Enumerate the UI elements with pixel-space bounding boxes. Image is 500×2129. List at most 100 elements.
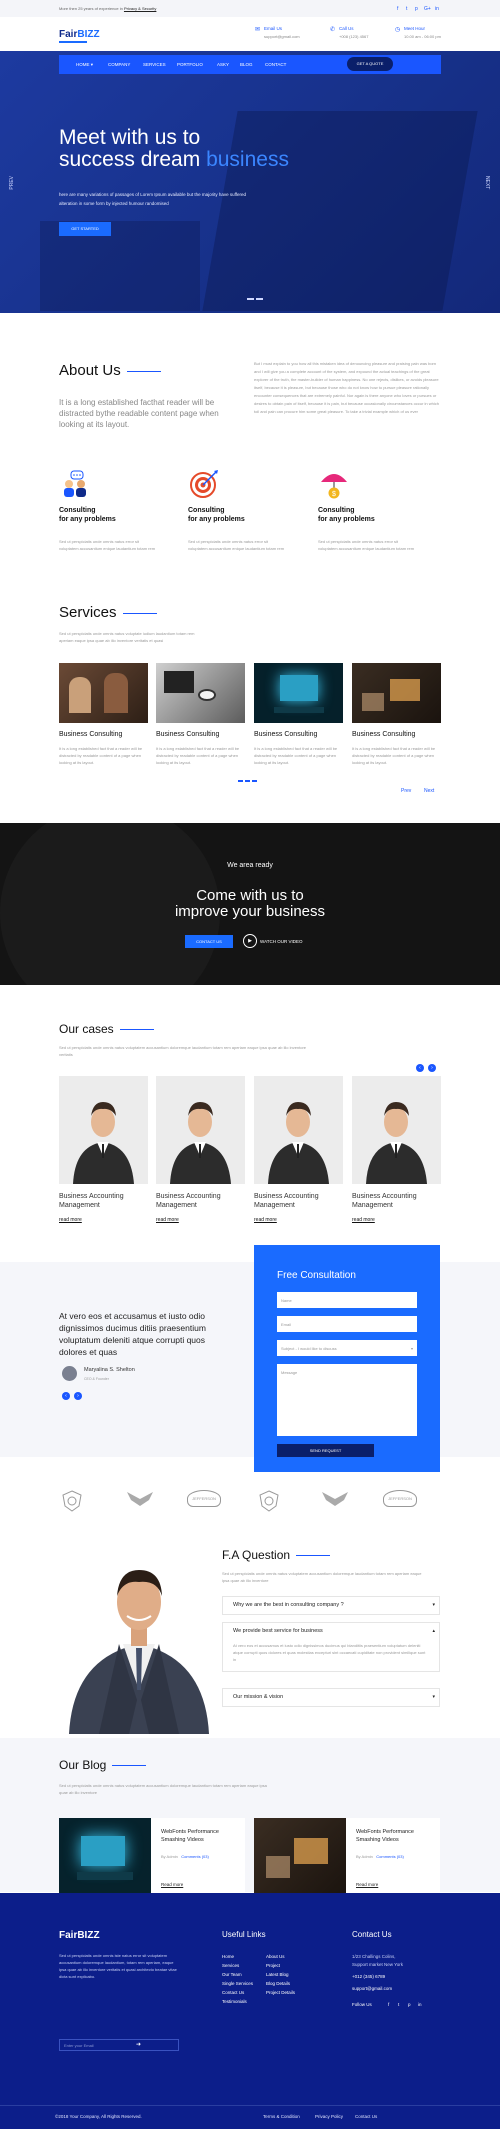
services-prev[interactable]: Prev bbox=[401, 788, 411, 794]
footer-link[interactable]: Project bbox=[266, 1963, 280, 1968]
play-icon[interactable]: ▶ bbox=[243, 934, 257, 948]
read-more-link[interactable]: read more bbox=[59, 1217, 148, 1223]
service-card[interactable]: Business Consulting It is a long establis… bbox=[156, 663, 245, 766]
footer bbox=[0, 1893, 500, 2129]
testimonial-prev-icon[interactable]: ‹ bbox=[62, 1392, 70, 1400]
pinterest-icon[interactable]: p bbox=[415, 6, 418, 12]
footer-link[interactable]: Services bbox=[222, 1963, 239, 1968]
avatar bbox=[62, 1366, 77, 1381]
read-more-link[interactable]: Read more bbox=[161, 1882, 183, 1887]
footer-link[interactable]: Home bbox=[222, 1954, 234, 1959]
service-image bbox=[59, 663, 148, 723]
hero-next[interactable]: NEXT bbox=[484, 176, 490, 189]
blog-image bbox=[254, 1818, 346, 1898]
hero-dots[interactable] bbox=[246, 296, 264, 302]
cta-heading: Come with us to improve your business bbox=[174, 887, 326, 920]
case-card[interactable]: Business Accounting Management read more bbox=[352, 1076, 441, 1223]
footer-link[interactable]: Blog Details bbox=[266, 1981, 290, 1986]
read-more-link[interactable]: Read more bbox=[356, 1882, 378, 1887]
target-icon bbox=[190, 470, 218, 498]
terms-link[interactable]: Terms & Condition bbox=[263, 2114, 300, 2119]
linkedin-icon[interactable]: in bbox=[418, 2002, 422, 2007]
cases-next-icon[interactable]: › bbox=[428, 1064, 436, 1072]
case-card[interactable]: Business Accounting Management read more bbox=[156, 1076, 245, 1223]
footer-divider bbox=[0, 2105, 500, 2106]
cases-title: Our cases bbox=[59, 1022, 154, 1036]
get-quote-button[interactable]: GET A QUOTE bbox=[347, 57, 393, 71]
nav-portfolio[interactable]: PORTFOLIO bbox=[177, 62, 203, 67]
testimonial-quote: At vero eos et accusamus et iusto odio d… bbox=[59, 1311, 206, 1357]
consulting-people-icon bbox=[64, 470, 86, 497]
cta-small: We area ready bbox=[227, 862, 273, 869]
nav-asky[interactable]: ASKY bbox=[217, 62, 229, 67]
footer-link[interactable]: About Us bbox=[266, 1954, 285, 1959]
footer-logo[interactable]: FairBIZZ bbox=[59, 1930, 100, 1941]
footer-link[interactable]: Contact Us bbox=[222, 1990, 244, 1995]
send-request-button[interactable]: SEND REQUEST bbox=[277, 1444, 374, 1457]
subject-select[interactable]: Subject - I would like to discuss ▾ bbox=[277, 1340, 417, 1356]
privacy-link[interactable]: Privacy & Security bbox=[124, 6, 156, 11]
nav-contact[interactable]: CONTACT bbox=[265, 62, 286, 67]
header-call[interactable]: ✆ Call Us +008 (123) 4567 bbox=[330, 26, 368, 39]
logo[interactable]: FairBIZZ bbox=[59, 29, 100, 40]
case-image bbox=[59, 1076, 148, 1184]
services-next[interactable]: Next bbox=[424, 788, 434, 794]
linkedin-icon[interactable]: in bbox=[435, 6, 439, 12]
clock-icon: ◷ bbox=[395, 27, 401, 33]
form-title: Free Consultation bbox=[277, 1270, 356, 1281]
contact-us-button[interactable]: CONTACT US bbox=[185, 935, 233, 948]
service-card[interactable]: Business Consulting It is a long establis… bbox=[352, 663, 441, 766]
email-field[interactable]: Email bbox=[277, 1316, 417, 1332]
footer-phone[interactable]: +012 (345) 6789 bbox=[352, 1974, 385, 1979]
cases-prev-icon[interactable]: ‹ bbox=[416, 1064, 424, 1072]
blog-subtitle: Sed ut perspiciatis unde omnis natus vol… bbox=[59, 1783, 267, 1795]
faq-answer: At vero eos et accusamus et iusto odio d… bbox=[233, 1643, 426, 1662]
read-more-link[interactable]: read more bbox=[352, 1217, 441, 1223]
twitter-icon[interactable]: t bbox=[398, 2002, 399, 2007]
footer-link[interactable]: Latest Blog bbox=[266, 1972, 289, 1977]
read-more-link[interactable]: read more bbox=[156, 1217, 245, 1223]
follow-us-label: Follow Us bbox=[352, 2002, 372, 2007]
read-more-link[interactable]: read more bbox=[254, 1217, 343, 1223]
service-card[interactable]: Business Consulting It is a long establis… bbox=[254, 663, 343, 766]
header-email[interactable]: ✉ Email Us support@gmail.com bbox=[255, 26, 300, 39]
faq-item[interactable]: Why we are the best in consulting compan… bbox=[222, 1596, 440, 1615]
get-started-button[interactable]: GET STARTED bbox=[59, 222, 111, 236]
services-dots[interactable] bbox=[237, 778, 258, 784]
blog-post[interactable]: WebFonts Performance Smashing Videos By … bbox=[254, 1818, 440, 1898]
newsletter-email-field[interactable]: Enter your Email bbox=[59, 2039, 179, 2051]
contact-title: Contact Us bbox=[352, 1930, 392, 1939]
blog-post[interactable]: WebFonts Performance Smashing Videos By … bbox=[59, 1818, 245, 1898]
footer-link[interactable]: Our Team bbox=[222, 1972, 242, 1977]
send-arrow-icon[interactable]: ➜ bbox=[136, 2039, 146, 2051]
footer-contact-link[interactable]: Contact Us bbox=[355, 2114, 377, 2119]
mail-icon: ✉ bbox=[255, 27, 261, 33]
footer-link[interactable]: Project Details bbox=[266, 1990, 295, 1995]
facebook-icon[interactable]: f bbox=[397, 6, 398, 12]
twitter-icon[interactable]: t bbox=[406, 6, 407, 12]
pinterest-icon[interactable]: p bbox=[408, 2002, 411, 2007]
case-card[interactable]: Business Accounting Management read more bbox=[59, 1076, 148, 1223]
testimonial-next-icon[interactable]: › bbox=[74, 1392, 82, 1400]
feature-item: Consulting for any problems Sed ut perspi… bbox=[59, 468, 159, 552]
faq-item[interactable]: Our mission & vision ▾ bbox=[222, 1688, 440, 1707]
case-card[interactable]: Business Accounting Management read more bbox=[254, 1076, 343, 1223]
hero-prev[interactable]: PREV bbox=[9, 176, 15, 190]
footer-link[interactable]: Testimonials bbox=[222, 1999, 247, 2004]
privacy-policy-link[interactable]: Privacy Policy bbox=[315, 2114, 343, 2119]
footer-link[interactable]: Single Services bbox=[222, 1981, 253, 1986]
watch-video-link[interactable]: WATCH OUR VIDEO bbox=[260, 939, 303, 944]
nav-company[interactable]: COMPANY bbox=[108, 62, 130, 67]
blog-title: Our Blog bbox=[59, 1758, 147, 1772]
umbrella-money-icon: $ bbox=[321, 474, 347, 499]
faq-item-open[interactable]: We provide best service for business ▴ At … bbox=[222, 1622, 440, 1672]
service-card[interactable]: Business Consulting It is a long establis… bbox=[59, 663, 148, 766]
google-plus-icon[interactable]: G+ bbox=[424, 6, 431, 12]
nav-home[interactable]: HOME ▾ bbox=[76, 62, 93, 68]
nav-services[interactable]: SERVICES bbox=[143, 62, 166, 67]
facebook-icon[interactable]: f bbox=[388, 2002, 389, 2007]
nav-blog[interactable]: BLOG bbox=[240, 62, 253, 67]
name-field[interactable]: Name bbox=[277, 1292, 417, 1308]
message-field[interactable]: Message bbox=[277, 1364, 417, 1436]
footer-email[interactable]: support@gmail.com bbox=[352, 1986, 392, 1991]
